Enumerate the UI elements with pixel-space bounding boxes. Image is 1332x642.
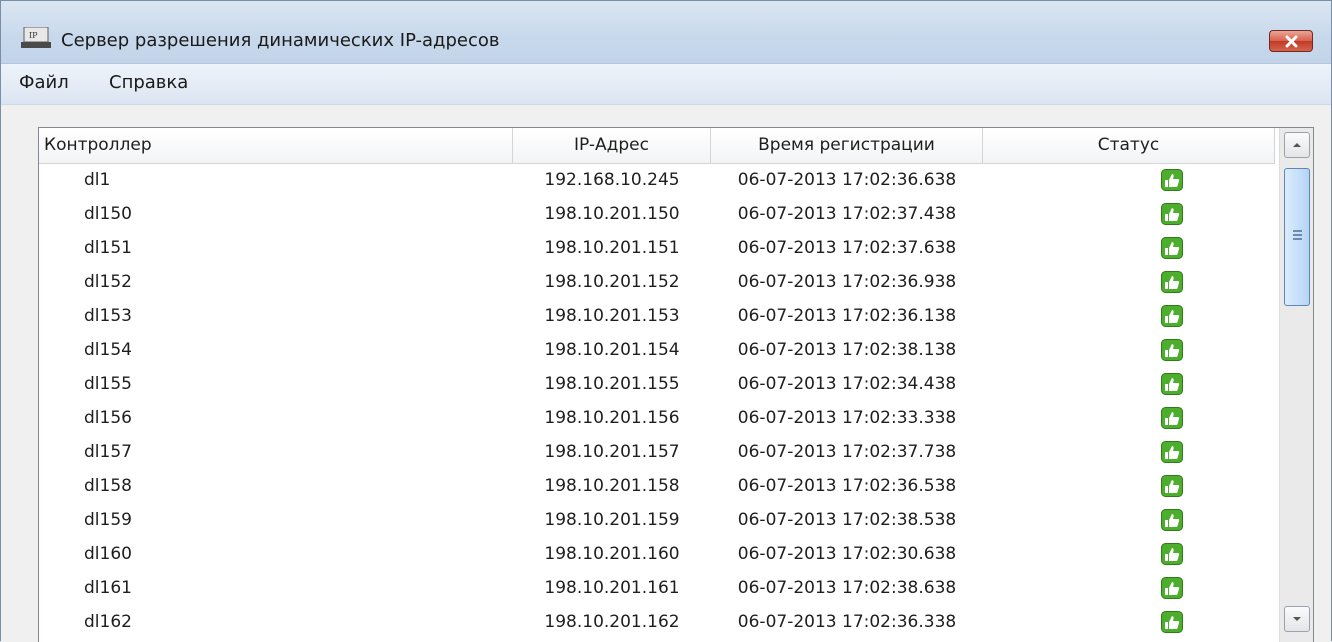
table-row[interactable]: dl151 198.10.201.151 06-07-2013 17:02:37.6… [39,231,1275,265]
thumbs-up-icon [1161,373,1183,395]
registration-time: 06-07-2013 17:02:30.638 [737,544,957,564]
arrow-up-icon [1293,143,1301,147]
registration-time: 06-07-2013 17:02:36.638 [737,170,957,190]
registration-time: 06-07-2013 17:02:37.438 [737,204,957,224]
controller-name: dl152 [84,272,132,292]
menu-file[interactable]: Файл [19,72,69,93]
ip-address: 198.10.201.160 [544,544,680,564]
menu-bar: Файл Справка [1,64,1331,105]
thumbs-up-icon [1161,441,1183,463]
title-bar[interactable]: IP Сервер разрешения динамических IP-адр… [1,1,1331,64]
client-area: Контроллер IP-Адрес Время регистрации Ст… [1,105,1331,642]
thumbs-up-icon [1161,305,1183,327]
controller-name: dl162 [84,612,132,632]
table-row[interactable]: dl160 198.10.201.160 06-07-2013 17:02:30.6… [39,537,1275,571]
column-header-status[interactable]: Статус [983,128,1275,163]
table-row[interactable]: dl150 198.10.201.150 06-07-2013 17:02:37.4… [39,197,1275,231]
list-header: Контроллер IP-Адрес Время регистрации Ст… [39,128,1275,164]
controller-name: dl154 [84,340,132,360]
column-header-time[interactable]: Время регистрации [711,128,983,163]
scroll-down-button[interactable] [1284,606,1310,632]
thumbs-up-icon [1161,577,1183,599]
ip-address: 198.10.201.153 [544,306,680,326]
ip-address: 198.10.201.158 [544,476,680,496]
table-row[interactable]: dl152 198.10.201.152 06-07-2013 17:02:36.9… [39,265,1275,299]
thumbs-up-icon [1161,271,1183,293]
registration-time: 06-07-2013 17:02:36.538 [737,476,957,496]
thumbs-up-icon [1161,611,1183,633]
app-window: IP Сервер разрешения динамических IP-адр… [0,0,1332,642]
scroll-up-button[interactable] [1284,132,1310,158]
table-row[interactable]: dl157 198.10.201.157 06-07-2013 17:02:37.7… [39,435,1275,469]
thumbs-up-icon [1161,339,1183,361]
thumbs-up-icon [1161,509,1183,531]
close-button[interactable] [1269,30,1313,52]
registration-time: 06-07-2013 17:02:37.638 [737,238,957,258]
app-ip-icon: IP [21,26,51,49]
ip-address: 198.10.201.156 [544,408,680,428]
controller-list[interactable]: Контроллер IP-Адрес Время регистрации Ст… [38,127,1314,642]
registration-time: 06-07-2013 17:02:33.338 [737,408,957,428]
registration-time: 06-07-2013 17:02:38.638 [737,578,957,598]
thumbs-up-icon [1161,169,1183,191]
table-row[interactable]: dl156 198.10.201.156 06-07-2013 17:02:33.3… [39,401,1275,435]
close-icon [1285,35,1298,48]
registration-time: 06-07-2013 17:02:37.738 [737,442,957,462]
svg-text:IP: IP [29,31,38,40]
window-title: Сервер разрешения динамических IP-адресо… [61,30,500,51]
controller-name: dl158 [84,476,132,496]
ip-address: 198.10.201.162 [544,612,680,632]
ip-address: 198.10.201.152 [544,272,680,292]
ip-address: 198.10.201.161 [544,578,680,598]
controller-name: dl156 [84,408,132,428]
registration-time: 06-07-2013 17:02:36.938 [737,272,957,292]
thumbs-up-icon [1161,543,1183,565]
menu-help[interactable]: Справка [109,72,188,93]
thumbs-up-icon [1161,203,1183,225]
registration-time: 06-07-2013 17:02:36.138 [737,306,957,326]
ip-address: 198.10.201.151 [544,238,680,258]
registration-time: 06-07-2013 17:02:38.138 [737,340,957,360]
registration-time: 06-07-2013 17:02:34.438 [737,374,957,394]
ip-address: 198.10.201.150 [544,204,680,224]
thumbs-up-icon [1161,407,1183,429]
controller-name: dl161 [84,578,132,598]
ip-address: 198.10.201.154 [544,340,680,360]
table-row[interactable]: dl158 198.10.201.158 06-07-2013 17:02:36.5… [39,469,1275,503]
ip-address: 192.168.10.245 [544,170,680,190]
vertical-scrollbar[interactable] [1279,128,1313,642]
scroll-thumb[interactable] [1284,168,1310,306]
ip-address: 198.10.201.157 [544,442,680,462]
ip-address: 198.10.201.155 [544,374,680,394]
controller-name: dl159 [84,510,132,530]
table-row[interactable]: dl162 198.10.201.162 06-07-2013 17:02:36.3… [39,605,1275,639]
thumbs-up-icon [1161,475,1183,497]
ip-address: 198.10.201.159 [544,510,680,530]
table-row[interactable]: dl155 198.10.201.155 06-07-2013 17:02:34.4… [39,367,1275,401]
column-header-ip[interactable]: IP-Адрес [513,128,711,163]
table-row[interactable]: dl159 198.10.201.159 06-07-2013 17:02:38.5… [39,503,1275,537]
thumbs-up-icon [1161,237,1183,259]
controller-name: dl150 [84,204,132,224]
controller-name: dl160 [84,544,132,564]
controller-name: dl1 [84,170,111,190]
column-header-controller[interactable]: Контроллер [39,128,513,163]
registration-time: 06-07-2013 17:02:36.338 [737,612,957,632]
table-row[interactable]: dl1 192.168.10.245 06-07-2013 17:02:36.638 [39,163,1275,197]
table-row[interactable]: dl153 198.10.201.153 06-07-2013 17:02:36.1… [39,299,1275,333]
table-row[interactable]: dl161 198.10.201.161 06-07-2013 17:02:38.6… [39,571,1275,605]
controller-name: dl155 [84,374,132,394]
controller-name: dl157 [84,442,132,462]
arrow-down-icon [1293,617,1301,621]
grip-icon [1293,230,1302,240]
registration-time: 06-07-2013 17:02:38.538 [737,510,957,530]
controller-name: dl151 [84,238,132,258]
table-row[interactable]: dl154 198.10.201.154 06-07-2013 17:02:38.1… [39,333,1275,367]
controller-name: dl153 [84,306,132,326]
